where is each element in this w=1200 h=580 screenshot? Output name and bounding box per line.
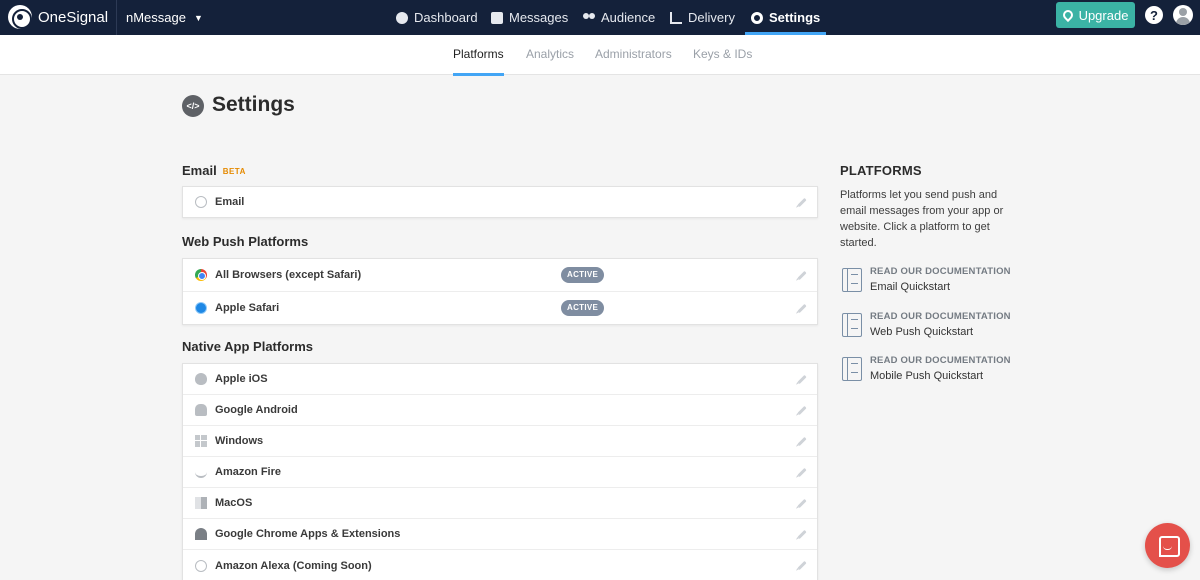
platform-row-amazon-alexa[interactable]: Amazon Alexa (Coming Soon): [183, 550, 817, 580]
email-section-heading: Email BETA: [182, 163, 246, 178]
nav-audience-label: Audience: [601, 10, 656, 25]
code-icon: </>: [182, 95, 204, 117]
alexa-icon: [195, 559, 207, 572]
edit-pencil-icon[interactable]: [797, 303, 807, 313]
platform-row-apple-safari[interactable]: Apple Safari ACTIVE: [183, 292, 817, 324]
nav-messages-label: Messages: [509, 10, 569, 25]
app-name: nMessage: [126, 10, 186, 25]
page-title: Settings: [212, 93, 295, 116]
android-icon: [195, 404, 207, 416]
doc-link-email[interactable]: READ OUR DOCUMENTATION Email Quickstart: [840, 266, 1040, 298]
platform-label: Amazon Alexa (Coming Soon): [215, 559, 372, 572]
doc-link-text[interactable]: Mobile Push Quickstart: [870, 370, 983, 382]
platform-label: Email: [215, 196, 245, 208]
safari-icon: [195, 302, 207, 314]
edit-pencil-icon[interactable]: [797, 529, 807, 539]
nav-audience[interactable]: Audience: [583, 0, 655, 35]
nav-delivery-label: Delivery: [688, 10, 735, 25]
messages-icon: [491, 11, 503, 24]
nav-settings-label: Settings: [769, 10, 821, 25]
macos-icon: [195, 497, 207, 509]
nav-delivery[interactable]: Delivery: [670, 0, 735, 35]
app-switcher[interactable]: nMessage ▼: [116, 0, 203, 35]
book-icon: [842, 313, 862, 337]
platform-row-chrome-apps[interactable]: Google Chrome Apps & Extensions: [183, 519, 817, 550]
platform-label: MacOS: [215, 497, 253, 509]
chrome-icon: [195, 269, 207, 281]
audience-icon: [583, 12, 595, 24]
rocket-icon: [1060, 7, 1075, 23]
nav-dashboard[interactable]: Dashboard: [396, 0, 478, 35]
native-app-section-heading: Native App Platforms: [182, 339, 313, 354]
top-navbar: OneSignal nMessage ▼ Dashboard Messages …: [0, 0, 1200, 35]
settings-subnav: Platforms Analytics Administrators Keys …: [0, 35, 1200, 76]
edit-pencil-icon[interactable]: [797, 270, 807, 280]
email-platforms-card: Email: [182, 186, 818, 218]
upgrade-label: Upgrade: [1078, 7, 1129, 23]
edit-pencil-icon[interactable]: [797, 436, 807, 446]
tab-analytics[interactable]: Analytics: [526, 35, 574, 75]
book-icon: [842, 268, 862, 292]
doc-label: READ OUR DOCUMENTATION: [870, 311, 1011, 322]
platform-row-apple-ios[interactable]: Apple iOS: [183, 364, 817, 395]
platform-row-macos[interactable]: MacOS: [183, 488, 817, 519]
platform-label: Google Chrome Apps & Extensions: [215, 528, 401, 540]
amazon-icon: [195, 466, 207, 478]
chat-widget-icon[interactable]: [1145, 523, 1190, 568]
windows-icon: [195, 435, 207, 447]
platform-row-windows[interactable]: Windows: [183, 426, 817, 457]
platform-label: Apple Safari: [215, 302, 280, 314]
platform-row-google-android[interactable]: Google Android: [183, 395, 817, 426]
doc-label: READ OUR DOCUMENTATION: [870, 266, 1011, 277]
delivery-icon: [670, 11, 682, 24]
sidebar-title: PLATFORMS: [840, 163, 922, 178]
onesignal-logo[interactable]: OneSignal: [8, 5, 108, 29]
onesignal-logo-icon: [8, 5, 32, 29]
edit-pencil-icon[interactable]: [797, 405, 807, 415]
edit-pencil-icon[interactable]: [797, 498, 807, 508]
platform-label: Amazon Fire: [215, 466, 282, 478]
avatar[interactable]: [1173, 5, 1193, 25]
caret-down-icon: ▼: [193, 12, 203, 23]
nav-dashboard-label: Dashboard: [414, 10, 478, 25]
tab-platforms[interactable]: Platforms: [453, 35, 504, 76]
web-push-platforms-card: All Browsers (except Safari) ACTIVE Appl…: [182, 258, 818, 325]
doc-link-web-push[interactable]: READ OUR DOCUMENTATION Web Push Quicksta…: [840, 311, 1040, 343]
at-icon: [195, 196, 207, 208]
chrome-apps-icon: [195, 528, 207, 540]
apple-icon: [195, 373, 207, 385]
web-push-section-heading: Web Push Platforms: [182, 234, 309, 249]
tab-administrators[interactable]: Administrators: [595, 35, 672, 75]
help-icon[interactable]: ?: [1145, 6, 1163, 24]
platform-row-amazon-fire[interactable]: Amazon Fire: [183, 457, 817, 488]
tab-keys-ids[interactable]: Keys & IDs: [693, 35, 752, 75]
nav-messages[interactable]: Messages: [491, 0, 568, 35]
dashboard-icon: [396, 11, 408, 24]
brand-name: OneSignal: [38, 8, 109, 26]
platform-label: Windows: [215, 435, 264, 447]
sidebar-description: Platforms let you send push and email me…: [840, 189, 1004, 249]
edit-pencil-icon[interactable]: [797, 560, 807, 571]
status-badge: ACTIVE: [561, 267, 605, 283]
edit-pencil-icon[interactable]: [797, 467, 807, 477]
native-app-platforms-card: Apple iOS Google Android Windows Amazon …: [182, 363, 818, 580]
platform-row-email[interactable]: Email: [183, 187, 817, 217]
gear-icon: [751, 11, 763, 24]
upgrade-button[interactable]: Upgrade: [1056, 2, 1135, 28]
doc-link-text[interactable]: Email Quickstart: [870, 281, 950, 293]
nav-settings[interactable]: Settings: [744, 0, 827, 35]
status-badge: ACTIVE: [561, 300, 605, 316]
doc-link-mobile-push[interactable]: READ OUR DOCUMENTATION Mobile Push Quick…: [840, 355, 1040, 387]
platform-label: Google Android: [215, 404, 298, 416]
edit-pencil-icon[interactable]: [797, 197, 807, 207]
book-icon: [842, 357, 862, 381]
doc-link-text[interactable]: Web Push Quickstart: [870, 326, 973, 338]
platform-label: Apple iOS: [215, 373, 268, 385]
edit-pencil-icon[interactable]: [797, 374, 807, 384]
platform-row-all-browsers[interactable]: All Browsers (except Safari) ACTIVE: [183, 259, 817, 292]
platform-label: All Browsers (except Safari): [215, 269, 362, 281]
doc-label: READ OUR DOCUMENTATION: [870, 355, 1011, 366]
beta-badge: BETA: [222, 167, 246, 177]
email-heading-text: Email: [182, 163, 217, 178]
